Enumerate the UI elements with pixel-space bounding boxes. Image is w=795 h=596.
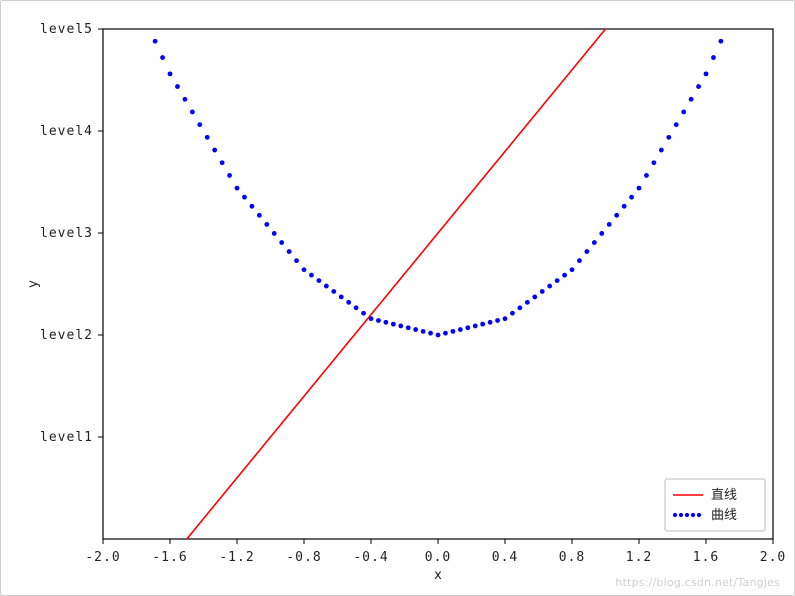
y-ticks: level1 level2 level3 level4 level5 <box>40 22 103 445</box>
axes-border <box>103 29 773 539</box>
y-tick-label: level3 <box>40 226 93 241</box>
legend-frame <box>665 479 765 531</box>
x-tick-label: -1.2 <box>219 550 254 565</box>
x-axis-label: x <box>434 568 442 583</box>
x-tick-label: 0.0 <box>425 550 451 565</box>
x-tick-label: -0.8 <box>286 550 321 565</box>
x-tick-label: 1.6 <box>693 550 719 565</box>
legend: 直线曲线 <box>665 479 765 531</box>
chart-frame: -2.0 -1.6 -1.2 -0.8 -0.4 0.0 0.4 0.8 1.2 1.6 2.0 l… <box>0 0 795 596</box>
x-tick-label: 2.0 <box>760 550 786 565</box>
y-axis-label: y <box>26 280 41 288</box>
chart-svg: -2.0 -1.6 -1.2 -0.8 -0.4 0.0 0.4 0.8 1.2 1.6 2.0 l… <box>13 9 790 591</box>
x-tick-label: -0.4 <box>353 550 388 565</box>
legend-label: 直线 <box>711 488 737 503</box>
x-tick-label: -2.0 <box>85 550 120 565</box>
y-tick-label: level5 <box>40 22 93 37</box>
y-tick-label: level4 <box>40 124 93 139</box>
x-tick-label: 1.2 <box>626 550 652 565</box>
y-tick-label: level2 <box>40 328 93 343</box>
series-1 <box>101 9 776 337</box>
x-tick-label: 0.8 <box>559 550 585 565</box>
x-tick-label: -1.6 <box>152 550 187 565</box>
legend-label: 曲线 <box>711 508 737 523</box>
x-ticks: -2.0 -1.6 -1.2 -0.8 -0.4 0.0 0.4 0.8 1.2 1.6 2.0 <box>85 539 786 565</box>
y-tick-label: level1 <box>40 430 93 445</box>
x-tick-label: 0.4 <box>492 550 518 565</box>
chart-canvas: -2.0 -1.6 -1.2 -0.8 -0.4 0.0 0.4 0.8 1.2 1.6 2.0 l… <box>13 9 788 589</box>
